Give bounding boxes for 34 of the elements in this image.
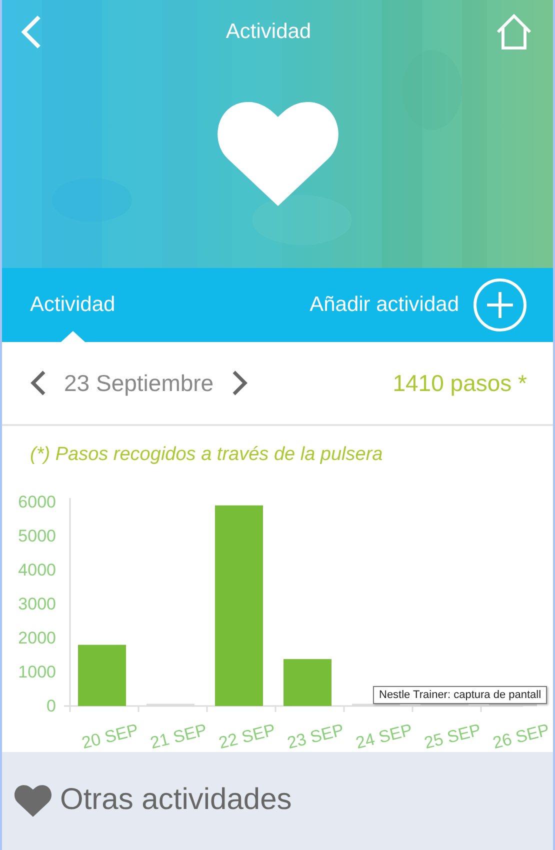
x-tick-label: 23 SEP	[285, 720, 346, 752]
next-icon[interactable]	[232, 370, 248, 396]
zero-marker	[352, 704, 400, 706]
plus-icon	[473, 278, 527, 332]
y-tick-label: 2000	[18, 628, 56, 648]
x-tick-label: 24 SEP	[354, 720, 414, 752]
zero-marker	[146, 704, 194, 706]
y-axis: 0 1000 2000 3000 4000 5000 6000	[18, 492, 71, 716]
previous-icon[interactable]	[30, 370, 46, 396]
x-tick-label: 21 SEP	[148, 720, 209, 752]
y-tick-label: 5000	[18, 526, 56, 546]
footnote: (*) Pasos recogidos a través de la pulsera	[30, 444, 384, 466]
x-tick-label: 25 SEP	[422, 720, 483, 752]
x-tick-label: 26 SEP	[490, 720, 552, 752]
add-activity-button[interactable]: Añadir actividad	[310, 278, 527, 332]
y-tick-label: 0	[46, 696, 56, 716]
activity-tab[interactable]: Actividad	[30, 268, 116, 342]
date-label: 23 Septiembre	[64, 370, 214, 396]
y-tick-label: 1000	[18, 662, 56, 682]
page-title: Actividad	[226, 20, 312, 44]
y-tick-label: 4000	[18, 560, 56, 580]
heart-icon	[14, 784, 52, 818]
x-tick-label: 22 SEP	[216, 720, 278, 752]
steps-count: 1410 pasos *	[392, 370, 527, 396]
zero-marker	[489, 704, 537, 706]
heart-icon	[216, 102, 340, 206]
zero-marker	[420, 704, 468, 706]
y-tick-label: 6000	[18, 492, 56, 512]
y-tick-label: 3000	[18, 594, 56, 614]
tooltip: Nestle Trainer: captura de pantall	[373, 686, 548, 704]
bar	[284, 659, 332, 706]
section-title: Otras actividades	[60, 782, 292, 818]
x-tick-label: 20 SEP	[80, 720, 140, 752]
bar	[78, 644, 126, 706]
